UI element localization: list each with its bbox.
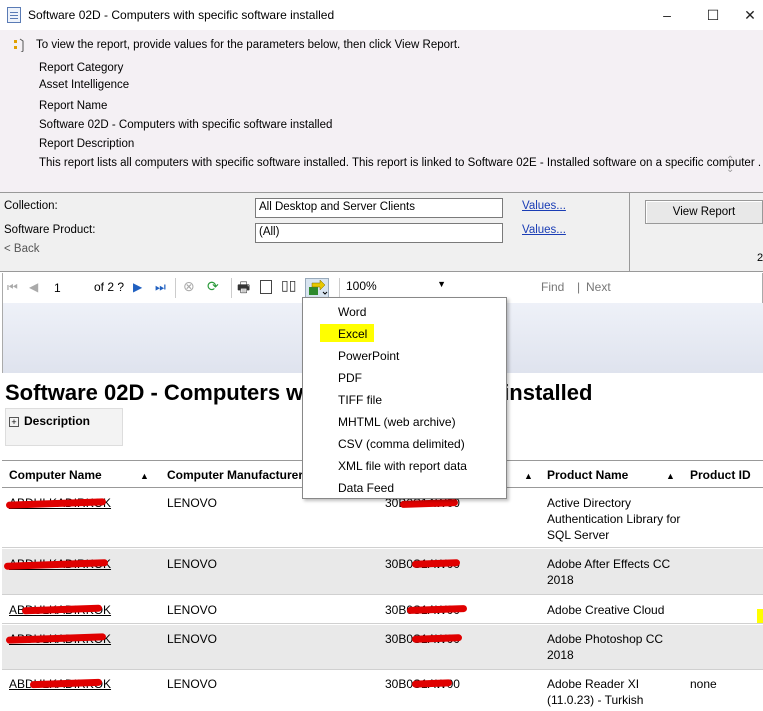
column-header-manufacturer[interactable]: Computer Manufacturer: [167, 467, 303, 483]
menu-item-xml[interactable]: XML file with report data: [338, 459, 467, 473]
column-header-product-name[interactable]: Product Name: [547, 467, 628, 483]
collection-field[interactable]: All Desktop and Server Clients: [255, 198, 503, 218]
software-product-field[interactable]: (All): [255, 223, 503, 243]
find-button[interactable]: Find: [541, 280, 564, 294]
page-count: of 2 ?: [94, 280, 125, 294]
product-name-cell: Adobe After Effects CC 2018: [547, 557, 671, 587]
category-label: Report Category: [39, 62, 124, 74]
title-bar: Software 02D - Computers with specific s…: [0, 0, 763, 30]
close-button[interactable]: ✕: [739, 4, 761, 26]
corner-digit: 2: [757, 252, 763, 264]
toolbar-divider: [231, 278, 232, 298]
scroll-updown-icon[interactable]: ⌃ ⌄: [726, 156, 734, 175]
last-page-icon[interactable]: ⏭: [155, 280, 166, 295]
collection-label: Collection:: [4, 200, 58, 212]
software-product-label: Software Product:: [4, 224, 96, 236]
product-values-link[interactable]: Values...: [522, 224, 566, 236]
table-row: ABDULKADIRKOK LENOVO 30B0S1AW00 Adobe Af…: [2, 549, 763, 595]
export-button[interactable]: [305, 278, 329, 298]
export-icon: [309, 279, 328, 295]
refresh-icon[interactable]: ⟳: [207, 278, 219, 295]
stop-icon[interactable]: ⊗: [183, 278, 195, 295]
menu-item-pdf[interactable]: PDF: [338, 371, 362, 385]
print-icon[interactable]: 🖶: [237, 277, 250, 301]
redaction-mark: [411, 679, 453, 688]
manufacturer-cell: LENOVO: [167, 677, 218, 691]
find-next-button[interactable]: Next: [586, 280, 611, 294]
chevron-down-icon: ▼: [437, 279, 446, 289]
toolbar-divider: [175, 278, 176, 298]
page-setup-icon[interactable]: ▯▯: [281, 277, 296, 294]
expand-icon[interactable]: +: [9, 417, 19, 427]
product-name-cell: Adobe Photoshop CC 2018: [547, 632, 664, 662]
highlight-marker: [757, 609, 763, 623]
menu-item-data-feed[interactable]: Data Feed: [338, 481, 394, 495]
name-label: Report Name: [39, 100, 108, 112]
minimize-button[interactable]: –: [656, 4, 678, 26]
zoom-select[interactable]: 100% ▼: [346, 279, 456, 298]
window-title: Software 02D - Computers with specific s…: [28, 8, 335, 22]
first-page-icon[interactable]: ⏮: [7, 280, 18, 295]
description-label: Report Description: [39, 138, 135, 150]
zoom-value: 100%: [346, 279, 377, 293]
menu-item-word[interactable]: Word: [338, 305, 366, 319]
menu-item-csv[interactable]: CSV (comma delimited): [338, 437, 465, 451]
manufacturer-cell: LENOVO: [167, 603, 218, 617]
product-name-cell: Adobe Creative Cloud: [547, 603, 665, 617]
description-value: This report lists all computers with spe…: [39, 157, 762, 169]
table-row: ABDULKADIRKOK LENOVO 30B0S1AW00 Adobe Cr…: [2, 596, 763, 624]
sort-icon[interactable]: ▲: [140, 468, 149, 484]
menu-item-mhtml[interactable]: MHTML (web archive): [338, 415, 456, 429]
report-info-panel: To view the report, provide values for t…: [0, 30, 763, 192]
product-name-cell: Active Directory Authentication Library …: [547, 496, 681, 542]
table-row: ABDULKADIRKOK LENOVO 30B0S1AW00 Adobe Ph…: [2, 625, 763, 670]
instruction-text: To view the report, provide values for t…: [36, 39, 461, 51]
page-layout-icon[interactable]: [260, 280, 272, 294]
export-format-menu: Word Excel PowerPoint PDF TIFF file MHTM…: [302, 297, 507, 499]
info-icon: [14, 38, 24, 52]
menu-item-powerpoint[interactable]: PowerPoint: [338, 349, 399, 363]
menu-item-excel[interactable]: Excel: [338, 327, 367, 341]
collection-values-link[interactable]: Values...: [522, 200, 566, 212]
menu-item-tiff[interactable]: TIFF file: [338, 393, 382, 407]
report-title-left: Software 02D - Computers w: [5, 380, 304, 405]
divider: [629, 192, 630, 272]
column-header-computer-name[interactable]: Computer Name: [9, 467, 102, 483]
column-header-product-id[interactable]: Product ID: [690, 467, 751, 483]
toolbar-divider: [339, 278, 340, 298]
category-value: Asset Intelligence: [39, 79, 130, 91]
description-toggle-label: Description: [24, 414, 91, 428]
sort-icon[interactable]: ▲: [666, 468, 675, 484]
product-name-cell: Adobe Reader XI (11.0.23) - Turkish: [547, 677, 644, 707]
manufacturer-cell: LENOVO: [167, 632, 218, 646]
sort-icon[interactable]: ▲: [524, 468, 533, 484]
maximize-button[interactable]: ☐: [702, 4, 724, 26]
manufacturer-cell: LENOVO: [167, 557, 218, 571]
manufacturer-cell: LENOVO: [167, 496, 218, 510]
report-icon: [7, 7, 21, 23]
next-page-icon[interactable]: ▶: [133, 280, 142, 294]
description-toggle[interactable]: + Description: [5, 408, 123, 446]
previous-page-icon[interactable]: ◀: [29, 280, 38, 294]
find-separator: |: [577, 280, 581, 294]
back-link[interactable]: < Back: [4, 243, 39, 255]
name-value: Software 02D - Computers with specific s…: [39, 119, 333, 131]
table-row: ABDULKADIRKOK LENOVO 30B0S1AW00 Adobe Re…: [2, 671, 763, 711]
view-report-button[interactable]: View Report: [645, 200, 763, 224]
page-number-input[interactable]: 1: [50, 278, 88, 298]
product-id-cell: none: [690, 677, 717, 691]
